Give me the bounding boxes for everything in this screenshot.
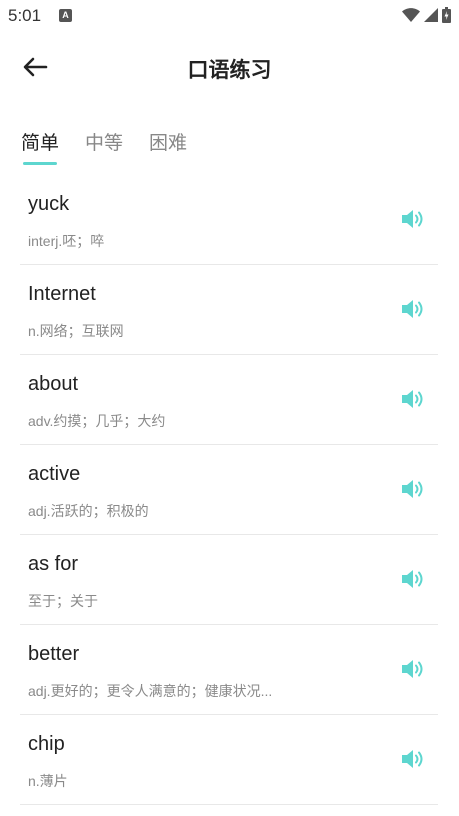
tab-easy[interactable]: 简单 bbox=[21, 128, 59, 165]
tab-medium[interactable]: 中等 bbox=[85, 128, 123, 165]
status-time: 5:01 bbox=[8, 6, 42, 25]
word-meaning: interj.呸；啐 bbox=[28, 233, 105, 249]
word-list: yuck interj.呸；啐 Internet n.网络；互联网 about … bbox=[20, 175, 438, 805]
cellular-signal-icon bbox=[424, 8, 438, 22]
speaker-icon[interactable] bbox=[400, 567, 426, 591]
word-text: as for bbox=[28, 553, 79, 575]
word-text: about bbox=[28, 373, 79, 395]
notification-app-icon: A bbox=[59, 9, 72, 22]
list-item[interactable]: active adj.活跃的；积极的 bbox=[20, 445, 438, 535]
word-text: active bbox=[28, 463, 81, 485]
difficulty-tabs: 简单 中等 困难 bbox=[21, 128, 187, 165]
wifi-icon bbox=[402, 8, 420, 22]
word-meaning: adv.约摸；几乎；大约 bbox=[28, 413, 166, 429]
speaker-icon[interactable] bbox=[400, 747, 426, 771]
speaker-icon[interactable] bbox=[400, 207, 426, 231]
list-item[interactable]: about adv.约摸；几乎；大约 bbox=[20, 355, 438, 445]
word-text: yuck bbox=[28, 193, 70, 215]
list-item[interactable]: as for 至于；关于 bbox=[20, 535, 438, 625]
header: 口语练习 bbox=[0, 40, 459, 96]
status-icons bbox=[402, 6, 451, 24]
speaker-icon[interactable] bbox=[400, 657, 426, 681]
word-text: chip bbox=[28, 733, 65, 755]
list-item[interactable]: better adj.更好的；更令人满意的；健康状况... bbox=[20, 625, 438, 715]
list-item[interactable]: yuck interj.呸；啐 bbox=[20, 175, 438, 265]
list-item[interactable]: chip n.薄片 bbox=[20, 715, 438, 805]
word-meaning: n.网络；互联网 bbox=[28, 323, 124, 339]
page-title: 口语练习 bbox=[187, 59, 272, 82]
word-meaning: 至于；关于 bbox=[28, 593, 98, 609]
speaker-icon[interactable] bbox=[400, 297, 426, 321]
list-item[interactable]: Internet n.网络；互联网 bbox=[20, 265, 438, 355]
word-text: Internet bbox=[28, 283, 96, 305]
word-meaning: n.薄片 bbox=[28, 773, 68, 789]
speaker-icon[interactable] bbox=[400, 477, 426, 501]
word-meaning: adj.更好的；更令人满意的；健康状况... bbox=[28, 683, 273, 699]
word-text: better bbox=[28, 643, 80, 665]
tab-hard[interactable]: 困难 bbox=[149, 128, 187, 165]
status-bar: 5:01 A bbox=[0, 0, 459, 32]
speaker-icon[interactable] bbox=[400, 387, 426, 411]
battery-icon bbox=[442, 7, 451, 23]
word-meaning: adj.活跃的；积极的 bbox=[28, 503, 149, 519]
